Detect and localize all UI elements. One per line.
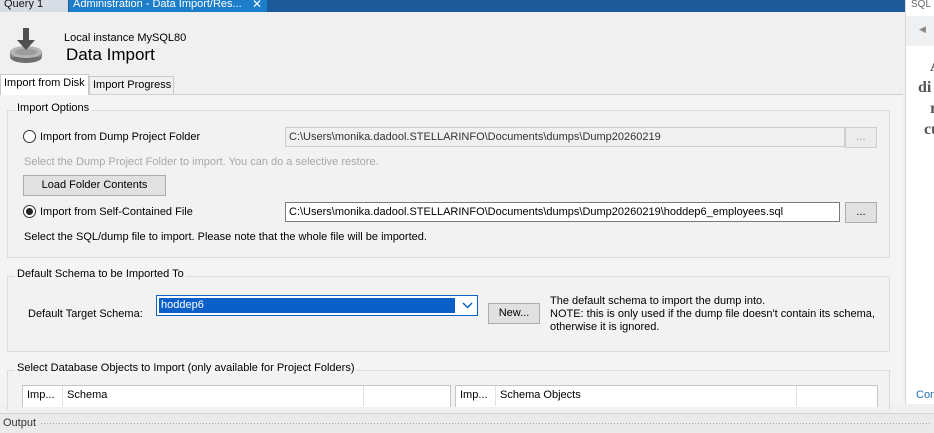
self-contained-file-hint: Select the SQL/dump file to import. Plea… xyxy=(24,231,427,243)
close-icon[interactable]: ✕ xyxy=(252,0,262,11)
schema-table-import-header[interactable]: Imp... xyxy=(23,386,63,406)
schema-objects-header[interactable]: Schema Objects xyxy=(496,386,797,406)
resize-grip[interactable] xyxy=(40,422,930,425)
tab-data-import-label: Administration - Data Import/Res... xyxy=(73,0,242,10)
schema-objects-table[interactable]: Imp... Schema Objects xyxy=(455,385,878,407)
back-arrow-icon[interactable]: ◀ xyxy=(919,24,926,35)
self-contained-file-label: Import from Self-Contained File xyxy=(40,206,193,218)
default-schema-title: Default Schema to be Imported To xyxy=(15,268,186,280)
schema-objects-import-header[interactable]: Imp... xyxy=(456,386,496,406)
tab-import-from-disk[interactable]: Import from Disk xyxy=(0,74,89,95)
tab-import-progress[interactable]: Import Progress xyxy=(89,76,174,95)
dump-folder-browse-button[interactable]: ... xyxy=(845,127,877,148)
tab-query-1[interactable]: Query 1 xyxy=(0,0,68,12)
side-panel-title: SQL xyxy=(911,0,932,10)
tab-data-import[interactable]: Administration - Data Import/Res... ✕ xyxy=(69,0,267,12)
select-objects-group: Select Database Objects to Import (only … xyxy=(7,362,890,410)
editor-tab-bar: Query 1 Administration - Data Import/Res… xyxy=(0,0,905,12)
tab-query-1-label: Query 1 xyxy=(4,0,44,10)
output-label: Output xyxy=(3,417,37,429)
output-panel-bar[interactable]: Output xyxy=(0,413,934,433)
note-line: The default schema to import the dump in… xyxy=(550,295,766,307)
default-target-schema-select[interactable]: hoddep6 xyxy=(156,295,478,316)
side-panel-help-text: A di r cu xyxy=(918,56,934,140)
help-line: A xyxy=(918,56,934,77)
help-line: di xyxy=(918,79,932,96)
self-contained-file-radio[interactable] xyxy=(23,205,36,218)
default-target-schema-value: hoddep6 xyxy=(159,298,455,313)
page-title: Data Import xyxy=(66,45,155,64)
help-line: cu xyxy=(924,121,934,138)
import-subtabs: Import from Disk Import Progress xyxy=(0,74,905,95)
import-options-group: Import Options Import from Dump Project … xyxy=(7,102,890,258)
instance-name: Local instance MySQL80 xyxy=(64,32,187,44)
chevron-down-icon xyxy=(462,302,473,309)
sql-additions-panel: SQL ◀ A di r cu Con xyxy=(905,0,934,404)
data-import-icon xyxy=(10,28,42,63)
help-line: r xyxy=(930,100,934,117)
dump-folder-label: Import from Dump Project Folder xyxy=(40,131,201,143)
default-schema-group: Default Schema to be Imported To Default… xyxy=(7,268,890,352)
dump-folder-path-field[interactable]: C:\Users\monika.dadool.STELLARINFO\Docum… xyxy=(285,127,845,147)
side-panel-nav: ◀ xyxy=(906,16,934,46)
select-objects-title: Select Database Objects to Import (only … xyxy=(15,362,357,374)
load-folder-contents-button[interactable]: Load Folder Contents xyxy=(23,175,166,196)
self-contained-file-browse-button[interactable]: ... xyxy=(845,202,877,223)
import-options-title: Import Options xyxy=(15,102,92,114)
self-contained-file-path-field[interactable]: C:\Users\monika.dadool.STELLARINFO\Docum… xyxy=(285,202,840,222)
dump-folder-radio[interactable] xyxy=(23,130,36,143)
schema-table[interactable]: Imp... Schema xyxy=(22,385,451,407)
default-target-schema-label: Default Target Schema: xyxy=(28,308,143,320)
schema-table-schema-header[interactable]: Schema xyxy=(63,386,364,406)
dump-folder-hint: Select the Dump Project Folder to import… xyxy=(24,156,379,168)
default-schema-note: The default schema to import the dump in… xyxy=(550,295,875,334)
note-line: otherwise it is ignored. xyxy=(550,321,660,333)
side-panel-link[interactable]: Con xyxy=(916,389,934,401)
new-schema-button[interactable]: New... xyxy=(488,303,540,324)
note-line: NOTE: this is only used if the dump file… xyxy=(550,308,875,320)
